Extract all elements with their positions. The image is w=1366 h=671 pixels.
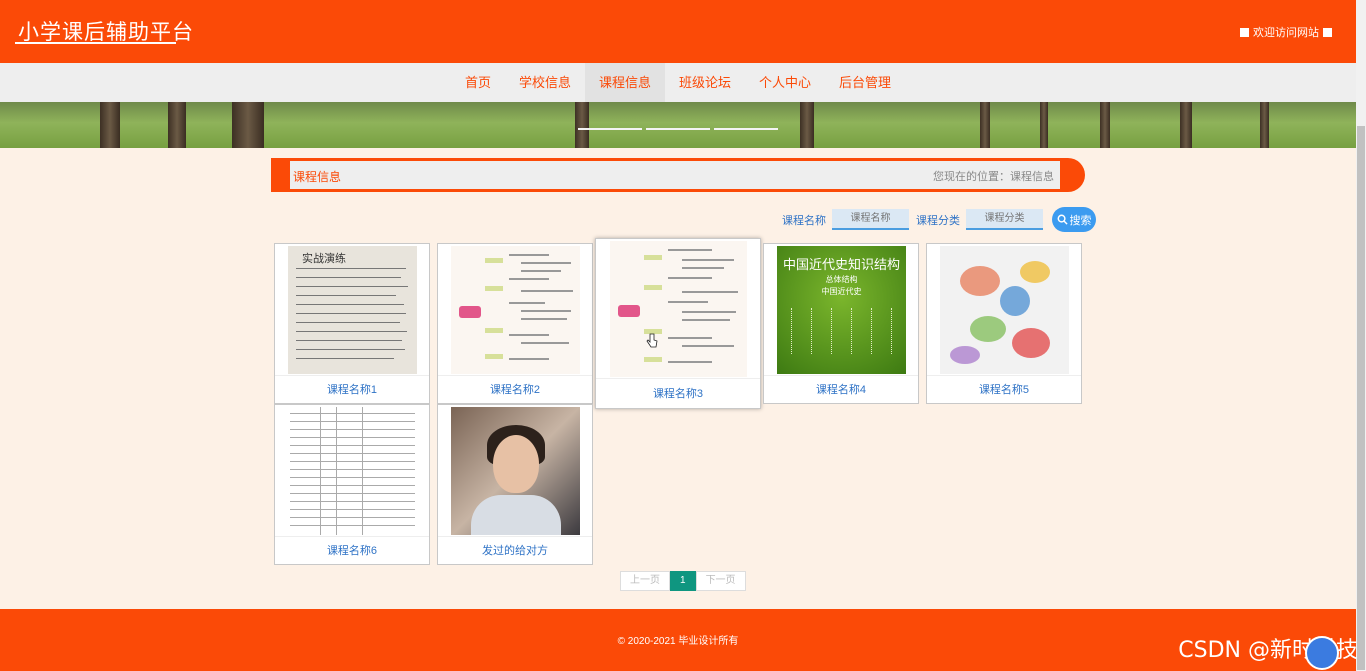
square-icon [1323, 27, 1332, 37]
course-card[interactable]: 发过的给对方 [437, 404, 593, 565]
nav-item-personal-center[interactable]: 个人中心 [745, 63, 825, 102]
carousel-indicators [578, 128, 778, 130]
tree-trunk [980, 102, 990, 148]
course-name-input[interactable] [832, 209, 909, 230]
tree-trunk [1260, 102, 1269, 148]
tree-trunk [1180, 102, 1192, 148]
nav-item-course-info[interactable]: 课程信息 [584, 63, 665, 102]
search-button[interactable]: 搜索 [1052, 207, 1096, 232]
square-icon [1240, 27, 1249, 37]
search-row: 课程名称 课程分类 搜索 [782, 207, 1096, 232]
course-card[interactable]: 课程名称2 [437, 243, 593, 404]
banner-image [0, 102, 1356, 148]
course-card[interactable]: 中国近代史知识结构 总体结构 中国近代史 课程名称4 [763, 243, 919, 404]
welcome-text: 欢迎访问网站 [1253, 27, 1319, 39]
tree-trunk [1040, 102, 1048, 148]
hand-cursor-icon [646, 333, 658, 348]
course-card[interactable]: 课程名称3 [595, 238, 761, 409]
course-card[interactable]: 课程名称5 [926, 243, 1082, 404]
search-icon [1057, 214, 1068, 225]
tree-trunk [800, 102, 814, 148]
tree-trunk [232, 102, 264, 148]
course-card-title[interactable]: 课程名称6 [275, 536, 429, 564]
course-card-title[interactable]: 发过的给对方 [438, 536, 592, 564]
scrollbar[interactable] [1356, 0, 1366, 671]
search-button-label: 搜索 [1069, 214, 1092, 227]
nav-item-school-info[interactable]: 学校信息 [505, 63, 585, 102]
main-nav: 首页 学校信息 课程信息 班级论坛 个人中心 后台管理 [0, 63, 1356, 102]
course-card[interactable]: 实战演练 课程名称1 [274, 243, 430, 404]
floating-action-button[interactable] [1305, 636, 1339, 670]
page-1-button[interactable]: 1 [670, 571, 696, 591]
course-thumbnail [610, 241, 747, 377]
section-title: 课程信息 [293, 170, 342, 184]
nav-item-admin[interactable]: 后台管理 [825, 63, 905, 102]
course-card[interactable]: 课程名称6 [274, 404, 430, 565]
next-page-button[interactable]: 下一页 [695, 571, 746, 591]
tree-trunk [1100, 102, 1110, 148]
course-card-title[interactable]: 课程名称4 [764, 375, 918, 403]
course-card-title[interactable]: 课程名称3 [596, 378, 760, 408]
carousel-dot[interactable] [646, 128, 710, 130]
tree-trunk [575, 102, 589, 148]
course-name-label: 课程名称 [782, 214, 826, 227]
course-thumbnail: 中国近代史知识结构 总体结构 中国近代史 [777, 246, 906, 374]
course-thumbnail [940, 246, 1069, 374]
welcome-area: 欢迎访问网站 [1236, 24, 1336, 40]
title-underline [15, 42, 176, 44]
carousel-dot[interactable] [714, 128, 778, 130]
nav-item-home[interactable]: 首页 [451, 63, 505, 102]
site-header: 小学课后辅助平台 欢迎访问网站 [0, 0, 1356, 63]
thumbnail-heading: 实战演练 [302, 252, 346, 265]
course-category-label: 课程分类 [916, 214, 960, 227]
tree-trunk [100, 102, 120, 148]
carousel-dot[interactable] [578, 128, 642, 130]
course-card-title[interactable]: 课程名称2 [438, 375, 592, 403]
course-card-title[interactable]: 课程名称5 [927, 375, 1081, 403]
prev-page-button[interactable]: 上一页 [620, 571, 670, 591]
pagination: 上一页 1 下一页 [620, 571, 746, 591]
course-card-title[interactable]: 课程名称1 [275, 375, 429, 403]
course-category-input[interactable] [966, 209, 1043, 230]
site-footer: © 2020-2021 毕业设计所有 [0, 609, 1356, 671]
thumbnail-heading: 中国近代史知识结构 [782, 258, 900, 273]
copyright-text: © 2020-2021 毕业设计所有 [617, 636, 739, 647]
nav-item-class-forum[interactable]: 班级论坛 [665, 63, 745, 102]
course-thumbnail [451, 246, 580, 374]
scrollbar-thumb[interactable] [1357, 126, 1365, 670]
course-thumbnail [451, 407, 580, 535]
course-thumbnail [288, 407, 417, 535]
course-thumbnail: 实战演练 [288, 246, 417, 374]
breadcrumb: 您现在的位置：课程信息 [933, 171, 1054, 183]
tree-trunk [168, 102, 186, 148]
